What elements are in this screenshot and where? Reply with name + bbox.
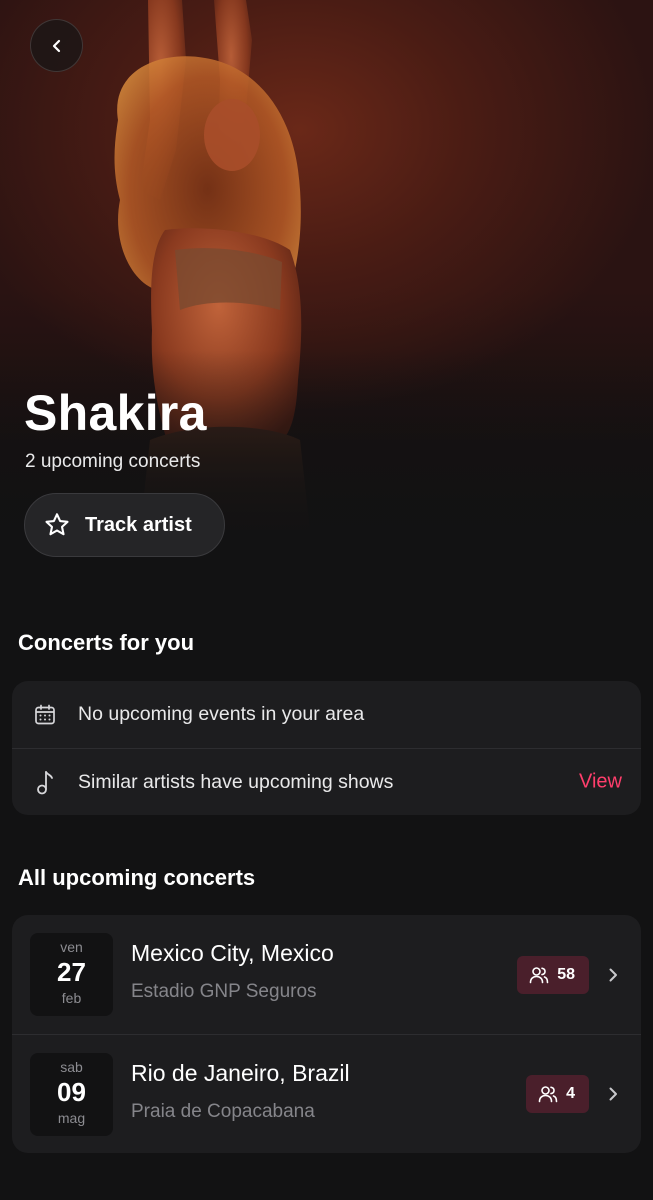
date-box: ven 27 feb xyxy=(30,933,113,1016)
concert-info: Mexico City, Mexico Estadio GNP Seguros xyxy=(131,940,334,1003)
date-box: sab 09 mag xyxy=(30,1052,113,1136)
concert-row[interactable]: ven 27 feb Mexico City, Mexico Estadio G… xyxy=(12,915,641,1034)
concert-weekday: sab xyxy=(60,1058,83,1075)
concert-city: Mexico City, Mexico xyxy=(131,940,334,966)
back-button[interactable] xyxy=(30,19,83,72)
attendees-count: 4 xyxy=(566,1085,575,1102)
concert-row[interactable]: sab 09 mag Rio de Janeiro, Brazil Praia … xyxy=(12,1034,641,1153)
music-note-icon xyxy=(37,771,53,795)
calendar-icon xyxy=(35,704,55,724)
concert-venue: Estadio GNP Seguros xyxy=(131,981,317,1002)
no-events-row: No upcoming events in your area xyxy=(12,681,641,748)
attendees-badge: 4 xyxy=(526,1075,589,1113)
chevron-right-icon xyxy=(609,1087,617,1101)
upcoming-count: 2 upcoming concerts xyxy=(25,451,201,472)
track-artist-button[interactable]: Track artist xyxy=(24,493,225,557)
concert-city: Rio de Janeiro, Brazil xyxy=(131,1060,350,1086)
chevron-right-icon xyxy=(609,968,617,981)
section-title-for-you: Concerts for you xyxy=(18,630,195,655)
track-artist-label: Track artist xyxy=(85,513,192,536)
view-similar-link[interactable]: View xyxy=(579,771,622,794)
artist-page: Shakira 2 upcoming concerts Track artist… xyxy=(0,0,653,1200)
star-icon xyxy=(45,513,69,536)
users-icon xyxy=(529,966,549,983)
section-title-all-upcoming: All upcoming concerts xyxy=(18,865,256,890)
concerts-card: ven 27 feb Mexico City, Mexico Estadio G… xyxy=(12,915,641,1153)
attendees-count: 58 xyxy=(557,965,575,983)
for-you-card: No upcoming events in your area Similar … xyxy=(12,681,641,815)
concert-info: Rio de Janeiro, Brazil Praia de Copacaba… xyxy=(131,1060,350,1123)
concert-month: feb xyxy=(61,990,82,1006)
concert-month: mag xyxy=(57,1109,86,1126)
concert-weekday: ven xyxy=(60,939,83,955)
concert-day: 09 xyxy=(57,1076,86,1107)
similar-artists-text: Similar artists have upcoming shows xyxy=(78,770,394,793)
users-icon xyxy=(538,1086,558,1103)
concert-day: 27 xyxy=(57,957,86,987)
similar-artists-row[interactable]: Similar artists have upcoming shows View xyxy=(12,748,641,815)
concert-venue: Praia de Copacabana xyxy=(131,1101,315,1122)
attendees-badge: 58 xyxy=(517,955,589,994)
artist-name: Shakira xyxy=(24,385,207,441)
no-events-text: No upcoming events in your area xyxy=(78,703,365,725)
chevron-left-icon xyxy=(52,39,60,52)
artist-hero: Shakira 2 upcoming concerts Track artist xyxy=(0,0,653,580)
